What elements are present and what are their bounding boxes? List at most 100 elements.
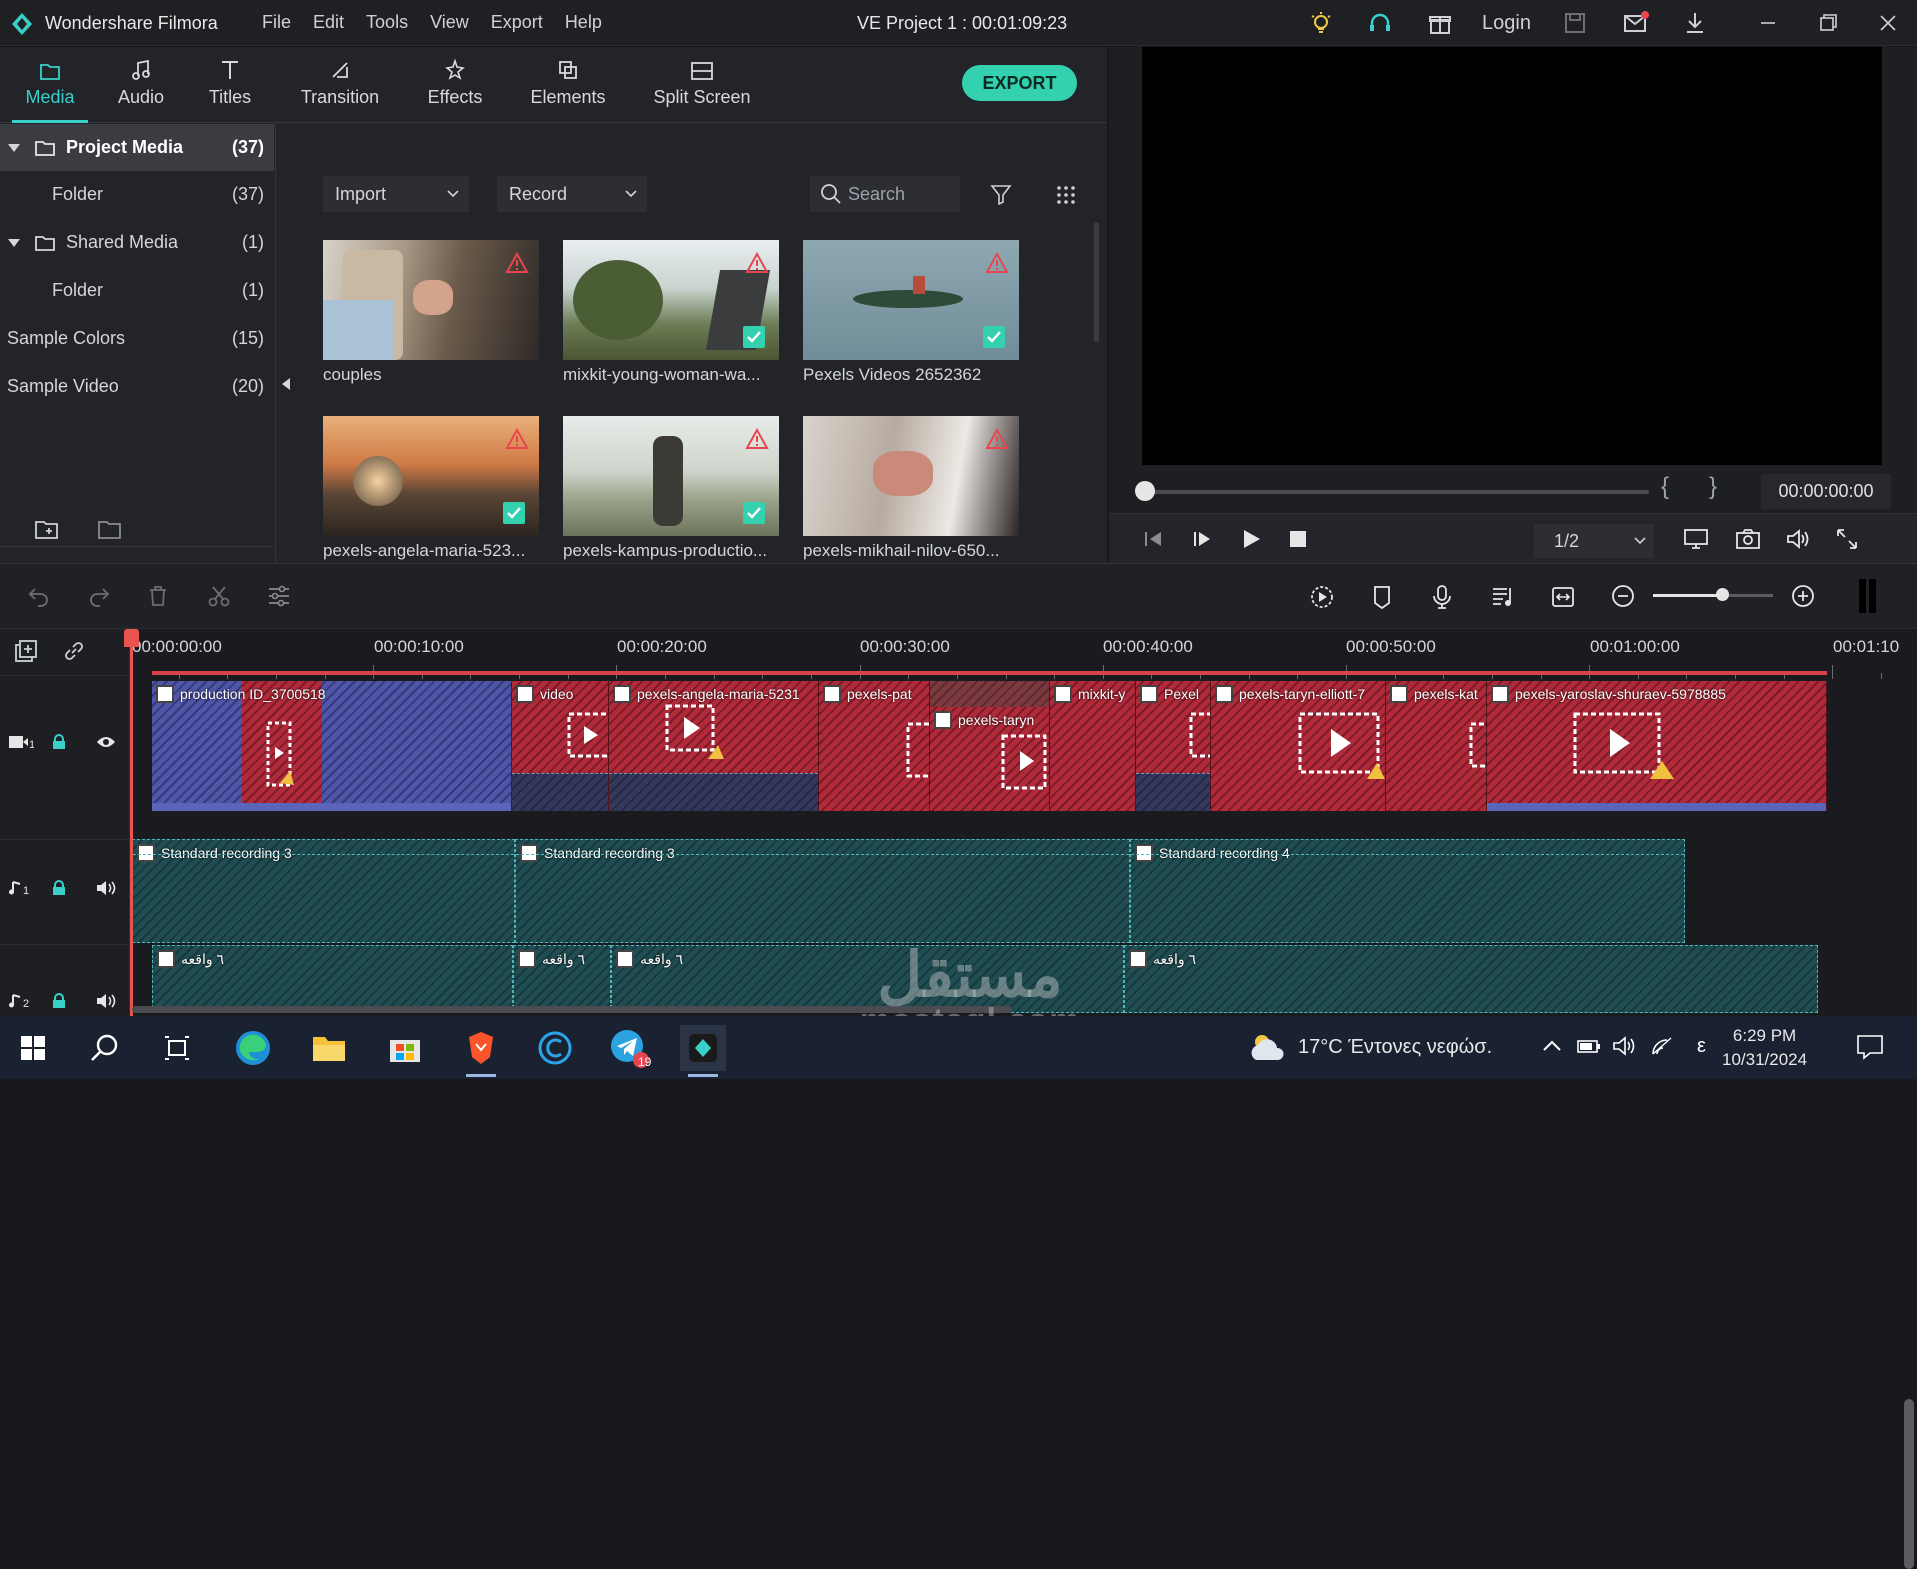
audio-clip[interactable]: Standard recording 4 — [1130, 839, 1685, 943]
menu-help[interactable]: Help — [565, 12, 602, 33]
minimize-icon[interactable] — [1755, 10, 1781, 36]
menu-view[interactable]: View — [430, 12, 469, 33]
lock-icon[interactable] — [52, 734, 66, 750]
volume-icon[interactable] — [1785, 527, 1811, 551]
preview-scrubber[interactable] — [1141, 490, 1649, 494]
media-item[interactable]: Pexels Videos 2652362 — [803, 240, 1021, 385]
new-folder-icon[interactable] — [34, 519, 60, 541]
audio-clip[interactable]: ٦ واقعه — [1124, 945, 1818, 1013]
video-clip[interactable]: pexels-taryn — [930, 707, 1050, 811]
mark-in-button[interactable]: { — [1661, 473, 1669, 501]
tab-media[interactable]: Media — [12, 47, 88, 123]
login-link[interactable]: Login — [1482, 12, 1531, 35]
render-preview-icon[interactable] — [1309, 584, 1335, 610]
video-clip[interactable]: pexels-angela-maria-5231 — [609, 681, 819, 811]
record-dropdown[interactable]: Record — [497, 176, 647, 212]
video-clip[interactable]: Pexel — [1136, 681, 1211, 811]
previous-frame-icon[interactable] — [1142, 530, 1164, 548]
audio-clip[interactable]: Standard recording 3 — [132, 839, 515, 943]
display-icon[interactable] — [1683, 527, 1709, 551]
video-clip[interactable]: production ID_3700518 — [152, 681, 512, 811]
voiceover-list-icon[interactable] — [1491, 584, 1515, 610]
link-icon[interactable] — [62, 639, 86, 663]
media-item[interactable]: mixkit-young-woman-wa... — [563, 240, 781, 385]
expand-arrow-icon[interactable] — [8, 143, 20, 153]
media-item[interactable]: pexels-mikhail-nilov-650... — [803, 416, 1021, 561]
chevron-up-icon[interactable] — [1543, 1040, 1561, 1052]
task-view-icon[interactable] — [154, 1025, 200, 1071]
menu-tools[interactable]: Tools — [366, 12, 408, 33]
next-frame-icon[interactable] — [1191, 530, 1213, 548]
eye-icon[interactable] — [96, 734, 116, 750]
scrubber-handle[interactable] — [1135, 481, 1155, 501]
marker-icon[interactable] — [1371, 584, 1393, 610]
search-icon[interactable] — [82, 1025, 128, 1071]
lock-icon[interactable] — [52, 880, 66, 896]
download-icon[interactable] — [1682, 10, 1708, 36]
tab-audio[interactable]: Audio — [110, 47, 172, 123]
media-item[interactable]: pexels-angela-maria-523... — [323, 416, 541, 561]
grid-view-icon[interactable] — [1055, 184, 1077, 206]
lightbulb-icon[interactable] — [1308, 10, 1334, 36]
play-icon[interactable] — [1241, 529, 1261, 549]
mail-icon[interactable] — [1622, 10, 1650, 36]
snapshot-camera-icon[interactable] — [1735, 527, 1761, 551]
video-clip[interactable]: pexels-kat — [1386, 681, 1487, 811]
zoom-slider-handle[interactable] — [1716, 588, 1729, 601]
microphone-icon[interactable] — [1431, 584, 1453, 610]
menu-file[interactable]: File — [262, 12, 291, 33]
fullscreen-icon[interactable] — [1835, 527, 1859, 551]
input-language[interactable]: ε — [1697, 1035, 1706, 1058]
notification-icon[interactable] — [1856, 1034, 1884, 1060]
wifi-icon[interactable] — [1651, 1036, 1675, 1056]
collapse-sidebar-icon[interactable] — [281, 377, 291, 391]
weather-cloud-icon[interactable] — [1248, 1030, 1288, 1064]
sidebar-item-sample-colors[interactable]: Sample Colors (15) — [0, 315, 274, 362]
adjust-settings-icon[interactable] — [267, 585, 291, 607]
tab-effects[interactable]: Effects — [420, 47, 490, 123]
delete-icon[interactable] — [147, 585, 169, 607]
headset-icon[interactable] — [1367, 10, 1393, 36]
undo-icon[interactable] — [27, 585, 51, 607]
filter-icon[interactable] — [990, 183, 1012, 205]
import-dropdown[interactable]: Import — [323, 176, 469, 212]
audio-clip[interactable]: Standard recording 3 — [515, 839, 1130, 943]
speaker-icon[interactable] — [96, 993, 116, 1009]
lock-icon[interactable] — [52, 993, 66, 1009]
battery-icon[interactable] — [1577, 1038, 1601, 1054]
brave-browser-icon[interactable] — [458, 1025, 504, 1077]
zoom-in-icon[interactable] — [1791, 584, 1815, 608]
sidebar-item-shared-media[interactable]: Shared Media (1) — [0, 219, 274, 266]
microsoft-store-icon[interactable] — [382, 1025, 428, 1071]
timeline-vertical-scrollbar[interactable] — [1904, 1399, 1914, 1569]
tab-split-screen[interactable]: Split Screen — [650, 47, 754, 123]
playhead[interactable] — [130, 629, 133, 1016]
playback-quality-dropdown[interactable]: 1/2 — [1534, 524, 1654, 558]
cut-icon[interactable] — [207, 585, 231, 607]
video-clip[interactable]: video — [512, 681, 609, 811]
menu-edit[interactable]: Edit — [313, 12, 344, 33]
tab-transition[interactable]: Transition — [294, 47, 386, 123]
media-item[interactable]: pexels-kampus-productio... — [563, 416, 781, 561]
video-clip[interactable]: pexels-taryn-elliott-7 — [1211, 681, 1386, 811]
tab-elements[interactable]: Elements — [528, 47, 608, 123]
fit-timeline-icon[interactable] — [1551, 584, 1575, 610]
panel-toggle-icon[interactable] — [1857, 577, 1879, 615]
save-icon[interactable] — [1562, 10, 1588, 36]
media-scrollbar[interactable] — [1094, 222, 1099, 342]
video-clip[interactable]: pexels-yaroslav-shuraev-5978885 — [1487, 681, 1827, 811]
redo-icon[interactable] — [87, 585, 111, 607]
add-track-icon[interactable] — [14, 639, 40, 663]
sidebar-item-project-media[interactable]: Project Media (37) — [0, 124, 274, 171]
search-input[interactable]: Search — [810, 176, 960, 212]
gift-icon[interactable] — [1427, 10, 1453, 36]
folder-outline-icon[interactable] — [97, 519, 123, 541]
video-clip[interactable]: pexels-pat — [819, 681, 930, 811]
stop-icon[interactable] — [1290, 531, 1306, 547]
weather-text[interactable]: 17°C Έντονες νεφώσ. — [1298, 1036, 1492, 1059]
video-clip[interactable]: mixkit-y — [1050, 681, 1136, 811]
export-button[interactable]: EXPORT — [962, 65, 1077, 101]
audio-clip[interactable]: ٦ واقعه — [513, 945, 611, 1013]
media-item[interactable]: couples — [323, 240, 541, 385]
tab-titles[interactable]: Titles — [200, 47, 260, 123]
